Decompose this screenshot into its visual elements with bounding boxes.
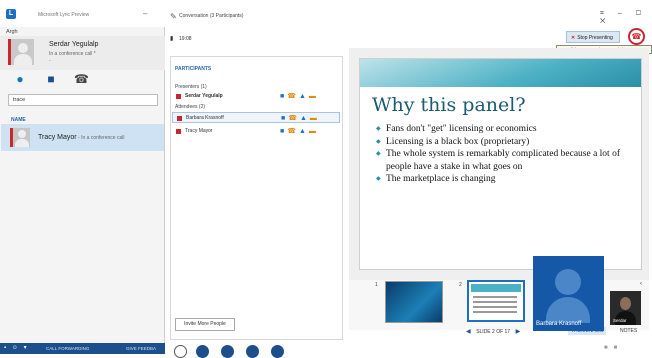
previous-slide-icon[interactable]: ◀ [466,329,471,335]
participant-modalities: ■☎▲▬ [281,114,320,122]
bottom-bar-icons[interactable]: ▪ ☺ ▾ [4,344,29,351]
share-icon[interactable]: ▲ [300,115,310,122]
call-timer: 19:08 [179,36,192,42]
conversation-controls [165,343,652,354]
slide-bullet: The whole system is remarkably complicat… [376,148,636,173]
personal-note[interactable]: Argh [6,29,18,35]
slide-title: Why this panel? [372,94,526,116]
phone-icon[interactable]: ☎ [288,115,300,122]
contact-status: - In a conference call [76,135,125,141]
invite-more-people-button[interactable]: Invite More People [175,318,235,331]
present-icon[interactable] [221,345,234,358]
contact-name[interactable]: Tracy Mayor - In a conference call [38,134,124,141]
attendees-label[interactable]: Attendees (2) [175,104,205,110]
signal-icon: ▮ [170,36,174,42]
video-name-label: Barbara Krasnoff [536,321,582,327]
contacts-icon[interactable]: ● [13,72,27,86]
participant-row[interactable]: Barbara Krasnoff ■☎▲▬ [172,112,340,123]
contact-avatar[interactable] [10,128,30,147]
slide-counter: SLIDE 2 OF 17 [476,329,511,335]
participant-row[interactable]: Serdar Yegulalp ■☎▲▬ [172,91,340,102]
my-name: Serdar Yegulalp [49,41,99,48]
more-options-icon[interactable] [271,345,284,358]
results-header: NAME [11,117,26,123]
participant-name: Tracy Mayor [185,128,213,134]
scroll-left-icon[interactable]: ‹ [640,281,642,287]
participant-name: Barbara Krasnoff [186,115,224,121]
video-toggle-icon[interactable] [196,345,209,358]
presence-icon [176,129,181,134]
window-controls[interactable]: ⌗ – ▢ ✕ [600,10,652,26]
thumbnail-number: 1 [375,282,378,288]
slide-bullets: Fans don't "get" licensing or economics … [376,123,636,186]
slide-bullet: Licensing is a black box (proprietary) [376,136,636,149]
thumbnail-number: 2 [459,282,462,288]
notes-button[interactable]: NOTES [620,328,637,334]
my-avatar[interactable] [8,39,34,65]
call-forwarding-link[interactable]: CALL FORWARDING [46,346,89,351]
participant-modalities: ■☎▲▬ [280,92,319,100]
slide-thumbnail-selected[interactable] [467,280,525,322]
phone-icon[interactable]: ☎ [287,128,299,135]
slide-bullet: Fans don't "get" licensing or economics [376,123,636,136]
stop-presenting-button[interactable]: ✕ Stop Presenting [566,31,620,43]
phone-icon[interactable]: ☎ [287,93,299,100]
hang-up-icon[interactable]: ☎ [628,28,645,45]
participant-row[interactable]: Tracy Mayor ■☎▲▬ [172,126,340,137]
participant-video[interactable] [533,256,604,331]
slide-thumbnail[interactable] [385,281,443,323]
my-location[interactable]: - [49,58,51,64]
participant-name: Serdar Yegulalp [185,93,223,99]
conversation-icon: ✎ [170,12,177,21]
lync-logo-icon: L [6,9,16,19]
phone-icon[interactable]: ☎ [74,72,89,86]
stop-presenting-label: Stop Presenting [577,35,613,41]
lync-window-title: Microsoft Lync Preview [38,12,90,18]
participants-title: PARTICIPANTS [175,66,212,72]
self-video-label: Serdar [613,318,627,323]
search-input[interactable]: trace [8,94,158,106]
video-icon[interactable]: ▬ [309,128,319,135]
next-slide-icon[interactable]: ▶ [516,329,521,335]
close-icon: ✕ [571,35,576,41]
presence-icon [176,94,181,99]
participants-icon[interactable] [246,345,259,358]
slide-header-graphic [360,59,641,87]
presence-icon [177,116,182,121]
share-icon[interactable]: ▲ [299,93,309,100]
presenters-label[interactable]: Presenters (1) [175,84,207,90]
video-icon[interactable]: ▬ [309,93,319,100]
conversation-title: Conversation (3 Participants) [179,13,244,19]
my-status[interactable]: In a conference call * [49,51,96,57]
participant-modalities: ■☎▲▬ [280,127,319,135]
give-feedback-link[interactable]: GIVE FEEDBA [126,346,156,351]
im-toggle-icon[interactable] [174,345,187,358]
conversations-icon[interactable]: ■ [44,72,58,86]
contact-name-text: Tracy Mayor [38,134,77,141]
slide-navigation: ◀ SLIDE 2 OF 17 ▶ [466,328,520,335]
layout-icons[interactable]: ■■ [604,345,623,351]
minimize-icon[interactable]: – [143,9,147,18]
slide-bullet: The marketplace is changing [376,173,636,186]
share-icon[interactable]: ▲ [299,128,309,135]
video-icon[interactable]: ▬ [310,115,320,122]
